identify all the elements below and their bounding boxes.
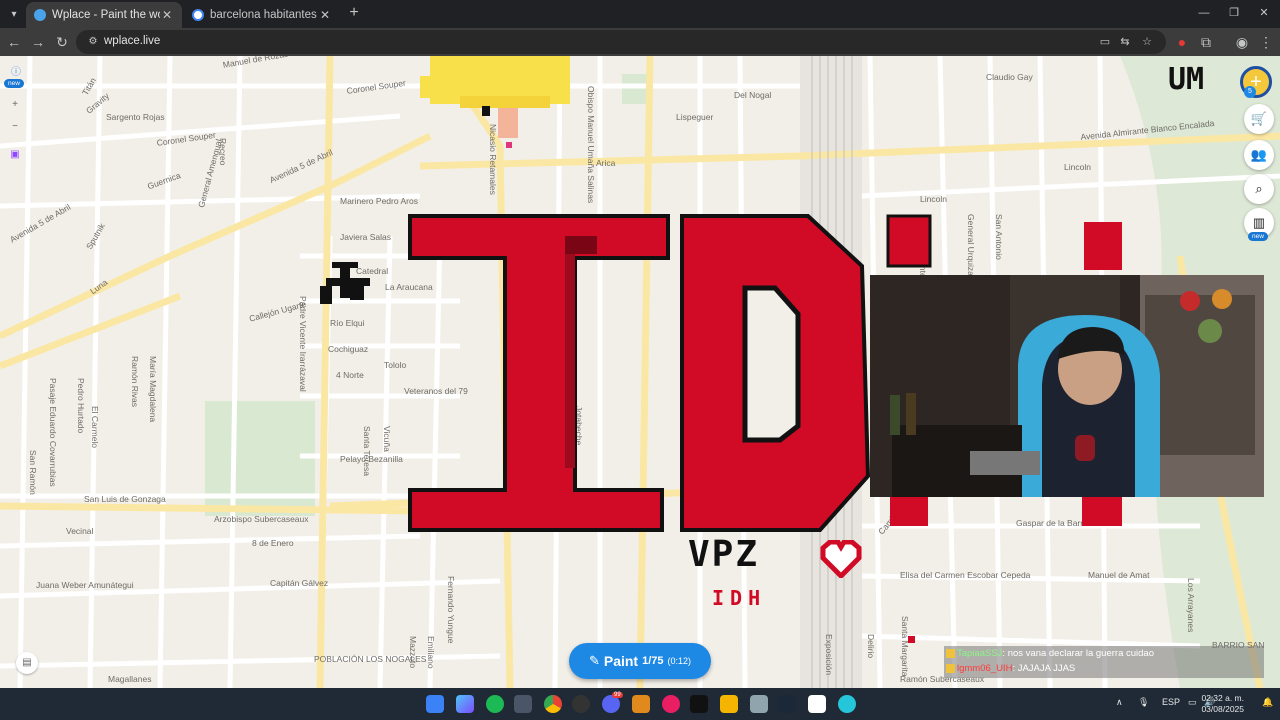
time-text: 02:32 a. m. (1201, 693, 1244, 703)
discord-badge: 99 (612, 692, 623, 698)
webcam-overlay (870, 275, 1264, 497)
idh-subtag: IDH (712, 586, 767, 610)
spotify-icon[interactable] (486, 695, 504, 713)
close-window-button[interactable]: ✕ (1250, 4, 1278, 22)
streamer-video (870, 275, 1264, 497)
close-tab-icon[interactable]: ✕ (160, 8, 174, 22)
wplace-canvas[interactable]: Manuel de Rozas Coronel Souper Titán Gravit… (0, 56, 1280, 688)
browser-app-icon[interactable] (838, 695, 856, 713)
wplace-favicon-icon (34, 9, 46, 21)
chatgpt-icon[interactable] (572, 695, 590, 713)
browser-toolbar: ← → ↻ ⚙ wplace.live ▭ ⇆ ☆ ● ⧉ ◉ ⋮ (0, 28, 1280, 56)
chat-message: TapiaaSSJ: nos vana declarar la guerra c… (946, 648, 1154, 659)
translate-icon[interactable]: ⇆ (1118, 35, 1132, 49)
chat-message: lgmm06_UIH: JAJAJA JJAS (946, 663, 1075, 674)
network-icon[interactable]: ▭ (1188, 697, 1197, 708)
paint-button[interactable]: ✎ Paint 1/75 (0:12) (569, 643, 711, 679)
address-bar[interactable]: ⚙ wplace.live ▭ ⇆ ☆ (76, 30, 1166, 54)
paint-label: Paint (603, 653, 639, 669)
extension-icon[interactable]: ● (1172, 32, 1192, 52)
game-icon[interactable] (690, 695, 708, 713)
minimize-button[interactable]: — (1190, 4, 1218, 22)
chrome-icon[interactable] (544, 695, 562, 713)
tab-google-search[interactable]: barcelona habitantes - Buscar c ✕ (184, 2, 340, 28)
windows-taskbar: 99 ∧ 🎙 ESP ▭ 🔊 02:32 a. m. 03/08/2025 🔔 (0, 688, 1280, 720)
cast-icon[interactable]: ▭ (1098, 35, 1112, 49)
heart-pixel-icon (820, 540, 862, 578)
search-location-icon[interactable]: ⌕ (1244, 174, 1274, 204)
file-explorer-icon[interactable] (720, 695, 738, 713)
zoom-out-icon[interactable]: − (6, 118, 24, 136)
url-text: wplace.live (104, 35, 161, 47)
vpn-icon[interactable] (514, 695, 532, 713)
app-icon[interactable] (662, 695, 680, 713)
cart-icon[interactable]: 🛒 (1244, 104, 1274, 134)
taskbar-app-icon[interactable] (808, 695, 826, 713)
profile-icon[interactable]: ◉ (1232, 32, 1252, 52)
extensions-puzzle-icon[interactable]: ⧉ (1196, 32, 1216, 52)
restore-button[interactable]: ❐ (1220, 4, 1248, 22)
tab-wplace[interactable]: Wplace - Paint the world ✕ (26, 2, 182, 28)
new-tab-button[interactable]: + (345, 4, 363, 22)
tab-search-button[interactable]: ▾ (4, 4, 24, 24)
back-button[interactable]: ← (4, 32, 24, 52)
language-indicator[interactable]: ESP (1162, 697, 1180, 707)
stream-chat: TapiaaSSJ: nos vana declarar la guerra c… (944, 646, 1264, 678)
vpz-signature: VPZ (688, 534, 760, 575)
clock[interactable]: 02:32 a. m. 03/08/2025 (1201, 693, 1244, 715)
zoom-in-icon[interactable]: + (6, 96, 24, 114)
chat-username: TapiaaSSJ (957, 648, 1003, 659)
tab-strip: ▾ Wplace - Paint the world ✕ barcelona h… (0, 0, 1280, 28)
new-badge: new (4, 79, 24, 88)
windows-start-icon[interactable] (426, 695, 444, 713)
chat-text: : JAJAJA JJAS (1012, 663, 1076, 674)
paint-charges: 1/75 (642, 655, 664, 667)
copilot-icon[interactable] (456, 695, 474, 713)
crown-badge-icon (946, 663, 955, 673)
new-badge: new (1248, 232, 1268, 241)
crown-badge-icon (946, 648, 955, 658)
brush-icon: ✎ (588, 653, 600, 668)
map-layer-icon[interactable]: ▤ (16, 652, 38, 674)
microphone-icon[interactable]: 🎙 (1138, 697, 1149, 708)
tab-title: Wplace - Paint the world (52, 9, 160, 21)
tray-chevron-icon[interactable]: ∧ (1116, 697, 1123, 708)
steam-icon[interactable] (778, 695, 796, 713)
um-logo: UM (1168, 62, 1205, 97)
tab-title: barcelona habitantes - Buscar c (210, 9, 318, 21)
forward-button[interactable]: → (28, 32, 48, 52)
notification-bell-icon[interactable]: 🔔 (1262, 697, 1273, 708)
site-info-icon[interactable]: ⚙ (86, 35, 100, 49)
paint-timer: (0:12) (667, 656, 692, 666)
reload-button[interactable]: ↻ (52, 32, 72, 52)
group-icon[interactable]: 👥 (1244, 140, 1274, 170)
chat-username: lgmm06_UIH (957, 663, 1013, 674)
menu-dots-icon[interactable]: ⋮ (1256, 32, 1276, 52)
chat-text: : nos vana declarar la guerra cuidao (1002, 648, 1154, 659)
date-text: 03/08/2025 (1201, 704, 1244, 714)
google-favicon-icon (192, 9, 204, 21)
bookmark-star-icon[interactable]: ☆ (1140, 35, 1154, 49)
close-tab-icon[interactable]: ✕ (318, 8, 332, 22)
notification-badge: 5 (1244, 86, 1256, 98)
twitch-icon[interactable]: ▣ (6, 146, 24, 164)
settings-icon[interactable] (750, 695, 768, 713)
brave-icon[interactable] (632, 695, 650, 713)
